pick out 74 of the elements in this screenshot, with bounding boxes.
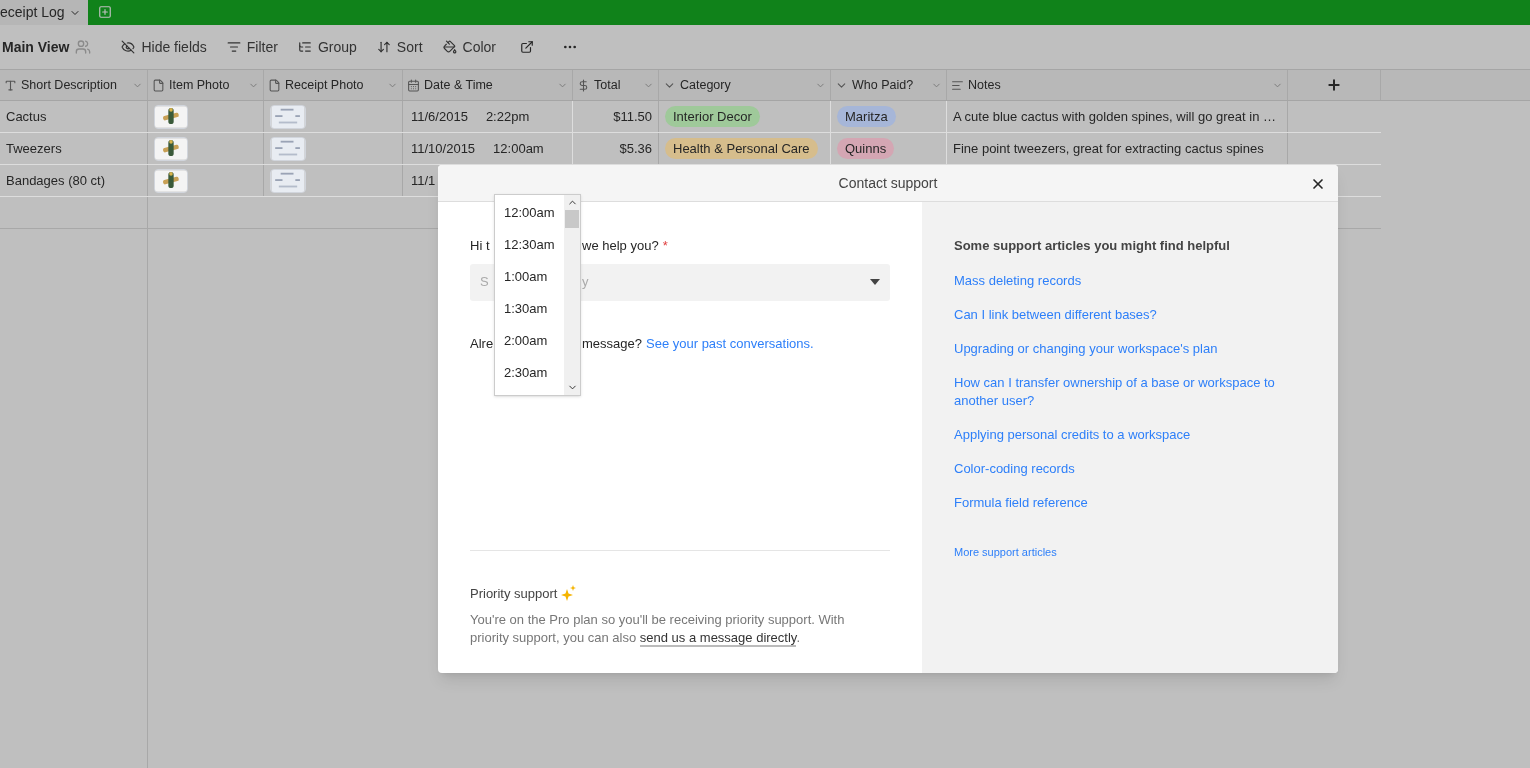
eye-slash-icon <box>121 40 136 54</box>
view-name[interactable]: Main View <box>0 36 70 58</box>
column-header[interactable]: Item Photo <box>148 70 264 100</box>
file-icon <box>152 78 165 92</box>
calendar-icon <box>407 78 420 92</box>
scrollbar[interactable] <box>564 195 580 395</box>
time-text: 12:00am <box>493 139 544 158</box>
column-header[interactable]: Who Paid? <box>831 70 947 100</box>
column-header[interactable]: Notes <box>947 70 1288 100</box>
question-label: we help you? <box>582 237 659 255</box>
plus-icon <box>1326 77 1342 93</box>
add-tab-icon[interactable] <box>98 5 112 19</box>
time-option[interactable]: 2:30am <box>504 363 564 395</box>
toolbar-button[interactable]: Group <box>297 36 357 58</box>
priority-text: You're on the Pro plan so you'll be receiving priority support. With priority support, you can also send us a message directly. <box>470 611 846 647</box>
past-text: message? <box>582 334 642 353</box>
column-header[interactable]: Total <box>573 70 659 100</box>
date-text: 11/1 <box>411 171 436 190</box>
list-icon <box>297 40 312 54</box>
column-header[interactable]: Receipt Photo <box>264 70 403 100</box>
category-tag: Health & Personal Care <box>665 137 818 160</box>
file-icon <box>268 78 281 92</box>
toolbar-button[interactable]: Color <box>442 36 496 58</box>
dollar-icon <box>577 78 590 92</box>
table-cell: Tweezers <box>0 133 148 164</box>
dialog-title: Contact support <box>838 173 938 193</box>
table-cell: Bandages (80 ct) <box>0 165 148 196</box>
share-icon[interactable] <box>520 40 534 54</box>
person-tag: Quinns <box>837 137 895 160</box>
table-cell: Fine point tweezers, great for extracting cactus spines <box>947 133 1288 164</box>
table-cell: A cute blue cactus with golden spines, will go great in … <box>947 101 1288 132</box>
article-link[interactable]: Color-coding records <box>954 459 1294 478</box>
column-header[interactable]: Short Description <box>0 70 148 100</box>
articles-heading: Some support articles you might find helpful <box>954 237 1231 255</box>
time-text: 2:22pm <box>485 107 530 126</box>
past-conversations-link[interactable]: See your past conversations. <box>646 333 814 353</box>
column-header[interactable]: Category <box>659 70 831 100</box>
more-articles-link[interactable]: More support articles <box>954 543 1338 560</box>
close-icon[interactable] <box>1310 176 1326 192</box>
time-option[interactable]: 1:00am <box>504 267 564 299</box>
scroll-thumb[interactable] <box>565 210 579 228</box>
past-text: Alre <box>470 335 494 351</box>
people-icon <box>75 39 92 55</box>
filter-icon <box>226 40 241 54</box>
lines-icon <box>951 78 964 92</box>
article-link[interactable]: How can I transfer ownership of a base or workspace to another user? <box>954 373 1294 410</box>
base-tab[interactable]: eceipt Log <box>0 0 88 25</box>
sparkle-icon <box>561 585 578 602</box>
paint-bucket-icon <box>442 40 457 54</box>
column-header[interactable]: Date & Time <box>403 70 573 100</box>
person-tag: Maritza <box>837 105 896 128</box>
table-cell: $5.36 <box>573 133 659 164</box>
article-link[interactable]: Can I link between different bases? <box>954 305 1294 324</box>
article-link[interactable]: Formula field reference <box>954 493 1294 512</box>
article-link[interactable]: Mass deleting records <box>954 271 1294 290</box>
toolbar-button[interactable]: Hide fields <box>121 36 207 58</box>
toolbar-button[interactable]: Filter <box>226 36 278 58</box>
date-text: 11/6/2015 <box>411 107 468 126</box>
article-link[interactable]: Upgrading or changing your workspace's plan <box>954 339 1294 358</box>
question-label: Hi t <box>470 238 490 253</box>
table-cell: $11.50 <box>573 101 659 132</box>
time-option[interactable]: 12:00am <box>504 203 564 235</box>
category-tag: Interior Decor <box>665 105 760 128</box>
date-text: 11/10/2015 <box>411 139 476 158</box>
sort-icon <box>376 40 391 54</box>
article-link[interactable]: Applying personal credits to a workspace <box>954 425 1294 444</box>
toolbar-button[interactable]: Sort <box>376 36 423 58</box>
required-mark: * <box>662 237 668 255</box>
caret-icon <box>870 279 880 285</box>
letter-icon <box>4 78 17 92</box>
priority-title: Priority support <box>470 584 558 603</box>
table-cell: Cactus <box>0 101 148 132</box>
time-option[interactable]: 2:00am <box>504 331 564 363</box>
time-option[interactable]: 1:30am <box>504 299 564 331</box>
